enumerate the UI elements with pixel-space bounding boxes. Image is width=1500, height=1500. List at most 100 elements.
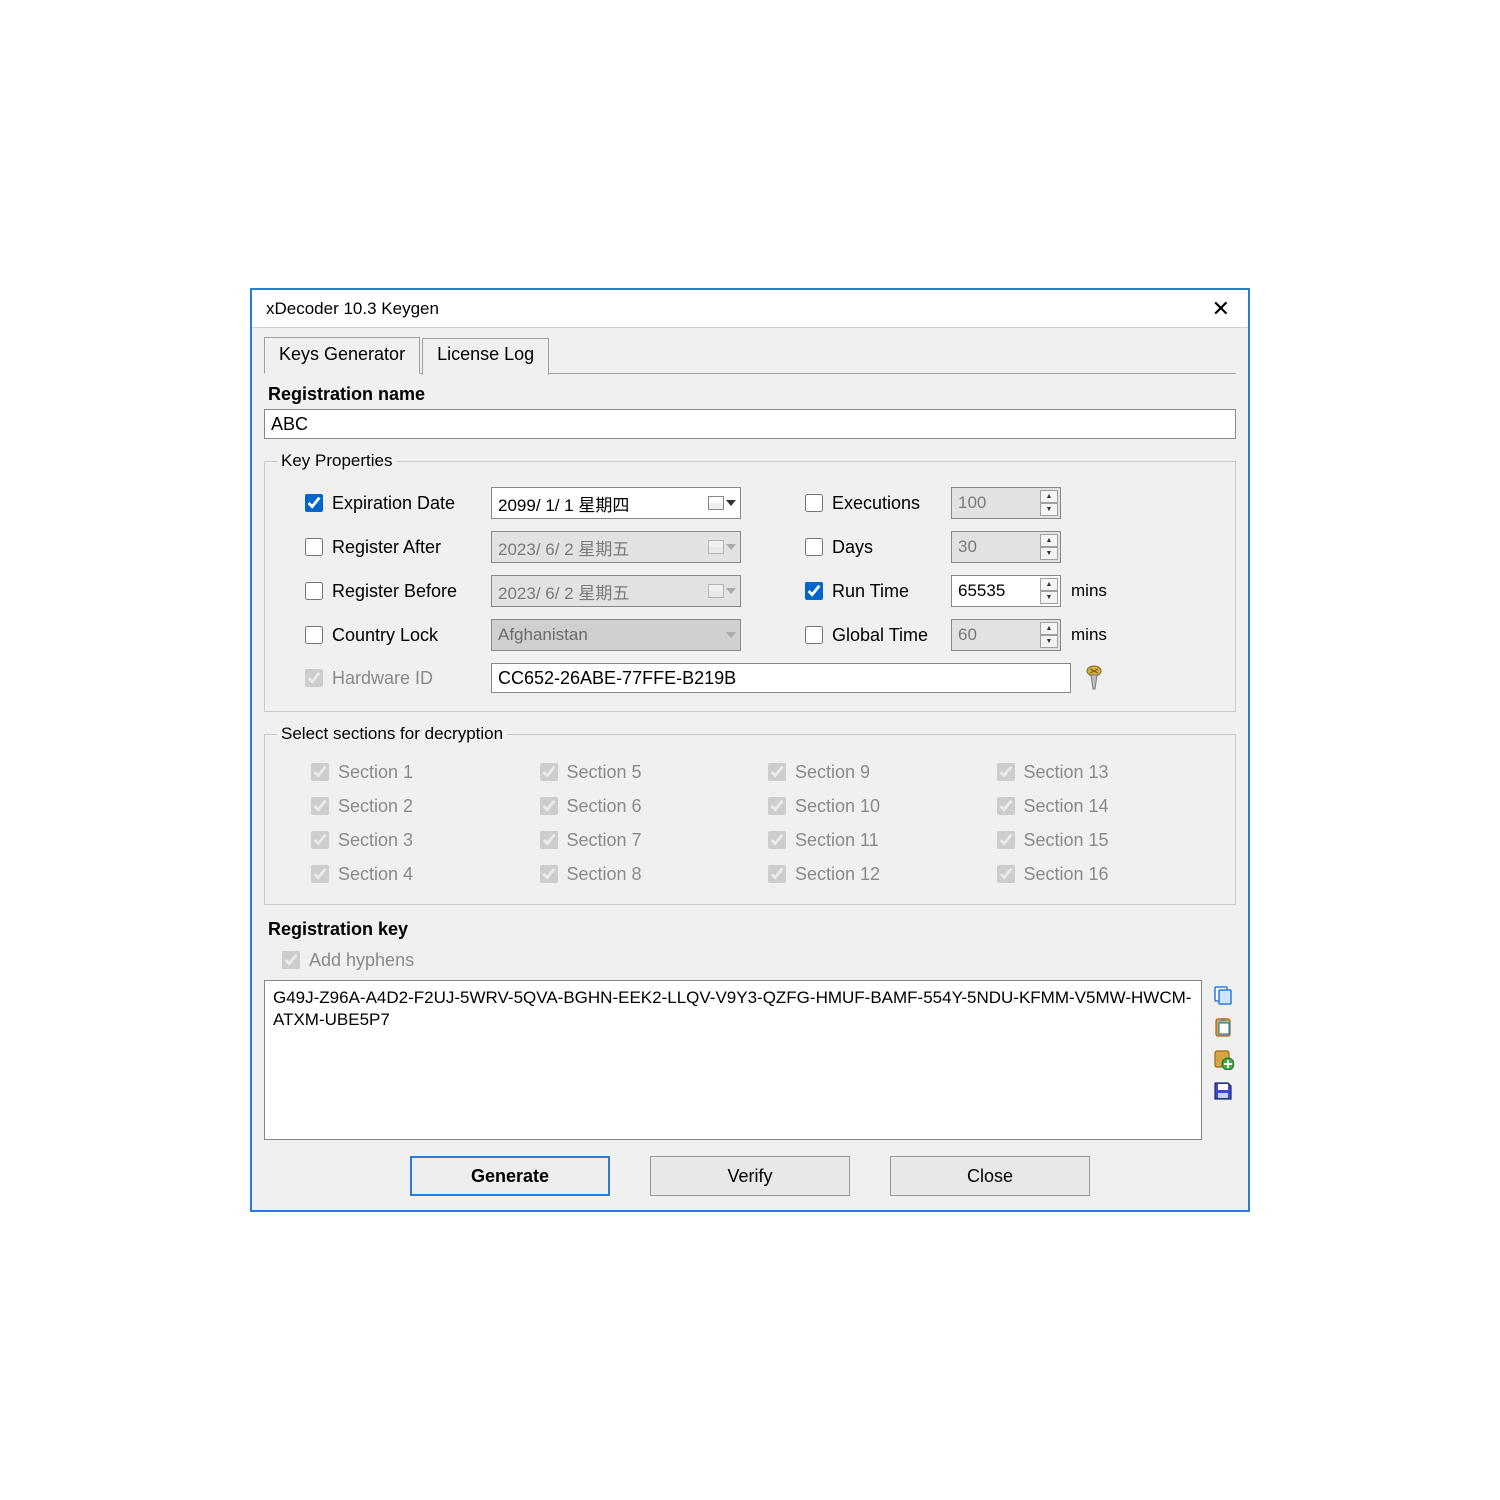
section-label: Section 4 [338,864,413,885]
generate-button[interactable]: Generate [410,1156,610,1196]
global-time-checkbox[interactable]: Global Time [801,623,941,647]
tab-license-log[interactable]: License Log [422,338,549,375]
spin-up-icon[interactable] [1040,622,1058,635]
section-checkbox: Section 4 [307,862,526,886]
hardware-id-tool-icon[interactable] [1081,665,1107,691]
section-check-input [311,763,329,781]
country-lock-label: Country Lock [332,625,438,646]
register-after-picker: 2023/ 6/ 2 星期五 [491,531,741,563]
hardware-id-label: Hardware ID [332,668,433,689]
section-check-input [540,763,558,781]
section-check-input [311,797,329,815]
verify-button[interactable]: Verify [650,1156,850,1196]
section-checkbox: Section 1 [307,760,526,784]
days-value: 30 [958,537,977,557]
country-lock-combo: Afghanistan [491,619,741,651]
spin-down-icon[interactable] [1040,591,1058,604]
register-after-checkbox[interactable]: Register After [301,535,481,559]
executions-label: Executions [832,493,920,514]
executions-value: 100 [958,493,986,513]
spin-down-icon[interactable] [1040,635,1058,648]
section-check-input [997,763,1015,781]
section-label: Section 1 [338,762,413,783]
expiration-date-check-input[interactable] [305,494,323,512]
add-key-icon[interactable] [1210,1046,1236,1072]
sections-legend: Select sections for decryption [277,724,507,744]
registration-name-label: Registration name [268,384,1236,405]
section-checkbox: Section 16 [993,862,1212,886]
window-title: xDecoder 10.3 Keygen [266,299,439,319]
copy-icon[interactable] [1210,982,1236,1008]
section-label: Section 7 [567,830,642,851]
tab-strip: Keys Generator License Log [264,336,1236,374]
spin-down-icon[interactable] [1040,547,1058,560]
calendar-icon [708,540,724,554]
executions-spinner[interactable]: 100 [951,487,1061,519]
executions-checkbox[interactable]: Executions [801,491,941,515]
keygen-window: xDecoder 10.3 Keygen ✕ Keys Generator Li… [250,288,1250,1212]
section-label: Section 10 [795,796,880,817]
hardware-id-check-input [305,669,323,687]
country-lock-checkbox[interactable]: Country Lock [301,623,481,647]
global-time-value: 60 [958,625,977,645]
section-checkbox: Section 14 [993,794,1212,818]
spin-up-icon[interactable] [1040,534,1058,547]
register-before-label: Register Before [332,581,457,602]
key-properties-group: Key Properties Expiration Date 2099/ 1/ … [264,451,1236,712]
section-check-input [768,831,786,849]
section-checkbox: Section 11 [764,828,983,852]
register-after-check-input[interactable] [305,538,323,556]
section-check-input [997,797,1015,815]
days-spinner[interactable]: 30 [951,531,1061,563]
section-label: Section 5 [567,762,642,783]
expiration-date-label: Expiration Date [332,493,455,514]
expiration-date-checkbox[interactable]: Expiration Date [301,491,481,515]
add-hyphens-check-input [282,951,300,969]
section-checkbox: Section 13 [993,760,1212,784]
hardware-id-input[interactable] [491,663,1071,693]
save-icon[interactable] [1210,1078,1236,1104]
expiration-date-value: 2099/ 1/ 1 星期四 [498,491,629,516]
country-lock-value: Afghanistan [498,625,588,645]
country-lock-check-input[interactable] [305,626,323,644]
sections-group: Select sections for decryption Section 1… [264,724,1236,905]
close-icon[interactable]: ✕ [1206,294,1236,324]
section-checkbox: Section 6 [536,794,755,818]
global-time-check-input[interactable] [805,626,823,644]
section-label: Section 9 [795,762,870,783]
section-checkbox: Section 7 [536,828,755,852]
key-properties-legend: Key Properties [277,451,397,471]
registration-key-label: Registration key [268,919,1236,940]
global-time-unit: mins [1071,625,1121,645]
global-time-spinner[interactable]: 60 [951,619,1061,651]
spin-up-icon[interactable] [1040,490,1058,503]
run-time-check-input[interactable] [805,582,823,600]
run-time-checkbox[interactable]: Run Time [801,579,941,603]
titlebar: xDecoder 10.3 Keygen ✕ [252,290,1248,328]
run-time-unit: mins [1071,581,1121,601]
days-checkbox[interactable]: Days [801,535,941,559]
section-check-input [997,831,1015,849]
spin-down-icon[interactable] [1040,503,1058,516]
section-label: Section 3 [338,830,413,851]
run-time-spinner[interactable]: 65535 [951,575,1061,607]
section-checkbox: Section 9 [764,760,983,784]
calendar-icon [708,496,724,510]
paste-icon[interactable] [1210,1014,1236,1040]
section-checkbox: Section 15 [993,828,1212,852]
section-checkbox: Section 5 [536,760,755,784]
executions-check-input[interactable] [805,494,823,512]
calendar-icon [708,584,724,598]
section-label: Section 12 [795,864,880,885]
close-button[interactable]: Close [890,1156,1090,1196]
register-before-checkbox[interactable]: Register Before [301,579,481,603]
section-label: Section 16 [1024,864,1109,885]
registration-key-textarea[interactable] [264,980,1202,1140]
spin-up-icon[interactable] [1040,578,1058,591]
expiration-date-picker[interactable]: 2099/ 1/ 1 星期四 [491,487,741,519]
register-before-check-input[interactable] [305,582,323,600]
section-label: Section 15 [1024,830,1109,851]
registration-name-input[interactable] [264,409,1236,439]
days-check-input[interactable] [805,538,823,556]
tab-keys-generator[interactable]: Keys Generator [264,337,420,374]
